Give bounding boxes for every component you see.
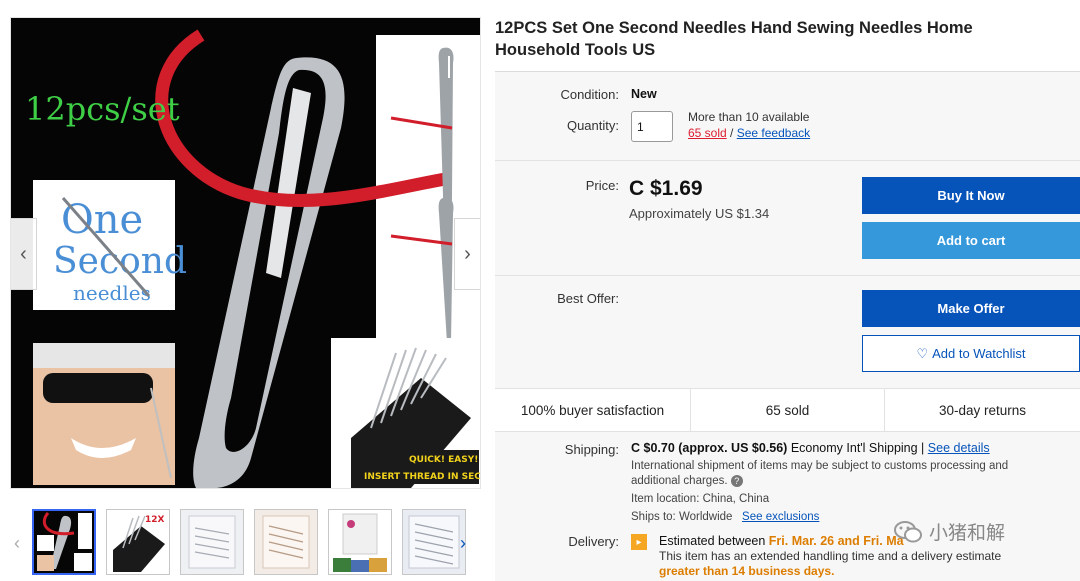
sold-feedback-row: 65 sold / See feedback [688, 126, 810, 140]
banner-line2: INSERT THREAD IN SECOND [364, 472, 481, 482]
watermark-text: 小猪和解 [929, 522, 1006, 544]
shipping-summary: C $0.70 (approx. US $0.56) Economy Int'l… [631, 441, 990, 455]
delivery-alert-icon: ▸ [631, 534, 647, 550]
watchlist-label: Add to Watchlist [932, 346, 1026, 361]
logo-text-one: One [61, 197, 143, 243]
ships-to-label: Ships to: [631, 511, 676, 523]
buy-it-now-button[interactable]: Buy It Now [862, 177, 1080, 214]
main-product-image[interactable]: One Second needles 12pcs/set QUICK! EASY… [10, 17, 481, 489]
thumbnail-1[interactable] [32, 509, 96, 575]
sold-stat: 65 sold [765, 403, 810, 418]
ships-to-value: Worldwide [678, 511, 733, 523]
see-exclusions-link[interactable]: See exclusions [742, 511, 819, 523]
shipping-cost: C $0.70 (approx. US $0.56) [631, 441, 788, 455]
customs-line2-row: additional charges. ? [631, 475, 743, 487]
thumb-prev-icon[interactable]: ‹ [14, 533, 20, 554]
gallery-prev-button[interactable]: ‹ [11, 218, 37, 290]
price-value: C $1.69 [629, 177, 703, 200]
make-offer-button[interactable]: Make Offer [862, 290, 1080, 327]
price-label: Price: [585, 178, 619, 193]
sold-link[interactable]: 65 sold [688, 126, 727, 140]
thumbnail-image [255, 510, 317, 574]
thumbnail-2[interactable]: 12X [106, 509, 170, 575]
ships-to-row: Ships to: Worldwide See exclusions [631, 511, 819, 523]
shipping-label: Shipping: [564, 442, 619, 457]
add-to-watchlist-button[interactable]: ♡ Add to Watchlist [862, 335, 1080, 372]
thumbnail-5[interactable] [328, 509, 392, 575]
thumbnail-3[interactable] [180, 509, 244, 575]
approx-price: Approximately US $1.34 [629, 206, 770, 221]
see-details-link[interactable]: See details [928, 441, 990, 455]
add-to-cart-button[interactable]: Add to cart [862, 222, 1080, 259]
thumbnail-4[interactable] [254, 509, 318, 575]
watermark: 小猪和解 [893, 518, 1005, 545]
delivery-label: Delivery: [568, 534, 619, 549]
feedback-link[interactable]: See feedback [737, 126, 810, 140]
estimate-dates: Fri. Mar. 26 and Fri. Ma [768, 534, 904, 548]
thumbnail-image [34, 511, 94, 573]
condition-label: Condition: [560, 87, 619, 102]
info-icon[interactable]: ? [730, 475, 743, 487]
heart-icon: ♡ [916, 345, 929, 361]
thumbnail-image: 12X [107, 510, 169, 574]
handling-text: This item has an extended handling time … [659, 549, 1002, 563]
customs-line2: additional charges. [631, 475, 728, 488]
needle-illustration: One Second needles 12pcs/set QUICK! EASY… [11, 18, 481, 488]
location-label: Item location: [631, 493, 700, 505]
availability-text: More than 10 available [688, 110, 810, 124]
wechat-icon [894, 520, 922, 542]
gallery-next-button[interactable]: › [454, 218, 480, 290]
thumbnail-image [403, 510, 465, 574]
thumbnail-strip: ‹ 12X › [10, 509, 480, 581]
estimate-prefix: Estimated between [659, 534, 766, 548]
seller-stats: 100% buyer satisfaction 65 sold 30-day r… [495, 388, 1080, 432]
panel-divider [495, 160, 1080, 161]
set-count-text: 12pcs/set [25, 90, 180, 128]
delivery-estimate: Estimated between Fri. Mar. 26 and Fri. … [659, 534, 904, 548]
item-location-row: Item location: China, China [631, 493, 769, 505]
shipping-method: Economy Int'l Shipping | [790, 441, 925, 455]
quantity-label: Quantity: [566, 118, 619, 133]
thumbnail-image [181, 510, 243, 574]
quantity-input[interactable] [631, 111, 673, 142]
returns-stat: 30-day returns [938, 403, 1027, 418]
panel-divider [495, 275, 1080, 276]
best-offer-label: Best Offer: [557, 291, 619, 306]
sold-separator: / [730, 126, 734, 140]
banner-line1: QUICK! EASY! JOB [409, 455, 481, 465]
thumbnail-6[interactable] [402, 509, 466, 575]
thumb-badge: 12X [145, 515, 165, 525]
product-title: 12PCS Set One Second Needles Hand Sewing… [495, 19, 973, 59]
customs-line1: International shipment of items may be s… [631, 460, 1009, 472]
satisfaction-stat: 100% buyer satisfaction [520, 403, 665, 418]
purchase-panel: Condition: New Quantity: More than 10 av… [495, 72, 1080, 581]
location-value: China, China [702, 493, 770, 505]
thumbnail-image [329, 510, 391, 574]
handling-emphasis: greater than 14 business days. [659, 564, 835, 578]
condition-value: New [631, 87, 657, 101]
thumb-next-icon[interactable]: › [460, 533, 466, 554]
